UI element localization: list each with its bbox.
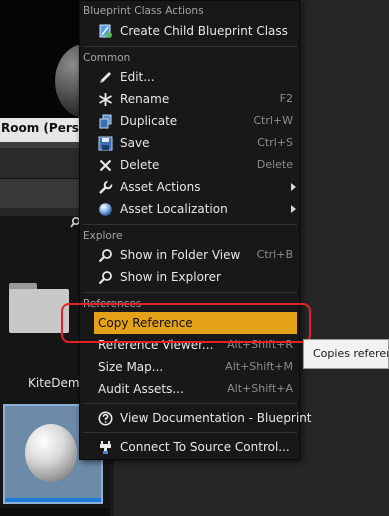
help-icon <box>98 411 113 426</box>
shortcut-duplicate: Ctrl+W <box>253 114 293 127</box>
shortcut-delete: Delete <box>256 158 293 171</box>
menu-separator <box>83 292 297 293</box>
menu-item-delete[interactable]: Delete Delete <box>81 154 299 176</box>
section-title-blueprint: Blueprint Class Actions <box>83 5 204 17</box>
menu-item-show-in-explorer[interactable]: Show in Explorer <box>81 266 299 288</box>
menu-item-asset-localization[interactable]: Asset Localization <box>81 198 299 220</box>
menu-item-view-documentation[interactable]: View Documentation - Blueprint <box>81 407 312 429</box>
delete-icon <box>99 159 112 172</box>
content-browser-bottom <box>0 508 110 516</box>
menu-item-edit[interactable]: Edit... <box>81 66 299 88</box>
menu-item-duplicate[interactable]: Duplicate Ctrl+W <box>81 110 299 132</box>
search-icon <box>98 249 112 263</box>
section-title-common: Common <box>83 52 131 64</box>
menu-item-rename[interactable]: Rename F2 <box>81 88 299 110</box>
submenu-arrow-icon <box>291 205 296 213</box>
viewport-level-label: Room (Persiste <box>0 118 79 142</box>
right-panel <box>300 0 389 516</box>
editor-root: Room (Persiste KiteDemo Blueprint Class … <box>0 0 389 516</box>
asset-type-bar <box>5 498 101 502</box>
asset-context-menu: Blueprint Class Actions Create Child Blu… <box>79 0 312 460</box>
source-control-icon <box>100 441 111 454</box>
shortcut-size-map: Alt+Shift+M <box>225 360 293 373</box>
wrench-icon <box>99 180 113 194</box>
menu-item-save[interactable]: Save Ctrl+S <box>81 132 299 154</box>
blueprint-icon <box>99 24 112 38</box>
menu-separator <box>83 432 297 433</box>
section-title-explore: Explore <box>83 230 123 242</box>
filter-strip <box>0 178 79 208</box>
duplicate-icon <box>99 114 112 129</box>
save-icon <box>98 136 113 151</box>
shortcut-save: Ctrl+S <box>257 136 293 149</box>
menu-item-audit-assets[interactable]: Audit Assets... Alt+Shift+A <box>81 378 299 400</box>
highlight-annotation <box>61 303 311 343</box>
menu-item-size-map[interactable]: Size Map... Alt+Shift+M <box>81 356 299 378</box>
toolbar-strip <box>0 148 79 178</box>
menu-separator <box>83 224 297 225</box>
tooltip: Copies referenc <box>303 339 389 369</box>
globe-icon <box>99 203 112 216</box>
folder-icon[interactable] <box>9 279 69 333</box>
shortcut-show-in-folder-view: Ctrl+B <box>256 248 293 261</box>
viewport-sphere <box>55 44 79 118</box>
shortcut-rename: F2 <box>279 92 293 105</box>
menu-item-connect-source-control[interactable]: Connect To Source Control... <box>81 436 299 458</box>
rename-icon <box>99 93 112 106</box>
menu-item-asset-actions[interactable]: Asset Actions <box>81 176 299 198</box>
search-icon <box>98 271 112 285</box>
menu-separator <box>83 46 297 47</box>
menu-item-create-child-blueprint[interactable]: Create Child Blueprint Class <box>81 20 299 42</box>
material-sphere-icon <box>25 424 77 482</box>
menu-separator <box>83 403 297 404</box>
submenu-arrow-icon <box>291 183 296 191</box>
level-viewport[interactable]: Room (Persiste <box>0 0 79 146</box>
menu-item-show-in-folder-view[interactable]: Show in Folder View Ctrl+B <box>81 244 299 266</box>
edit-icon <box>100 72 111 83</box>
shortcut-audit-assets: Alt+Shift+A <box>227 382 293 395</box>
